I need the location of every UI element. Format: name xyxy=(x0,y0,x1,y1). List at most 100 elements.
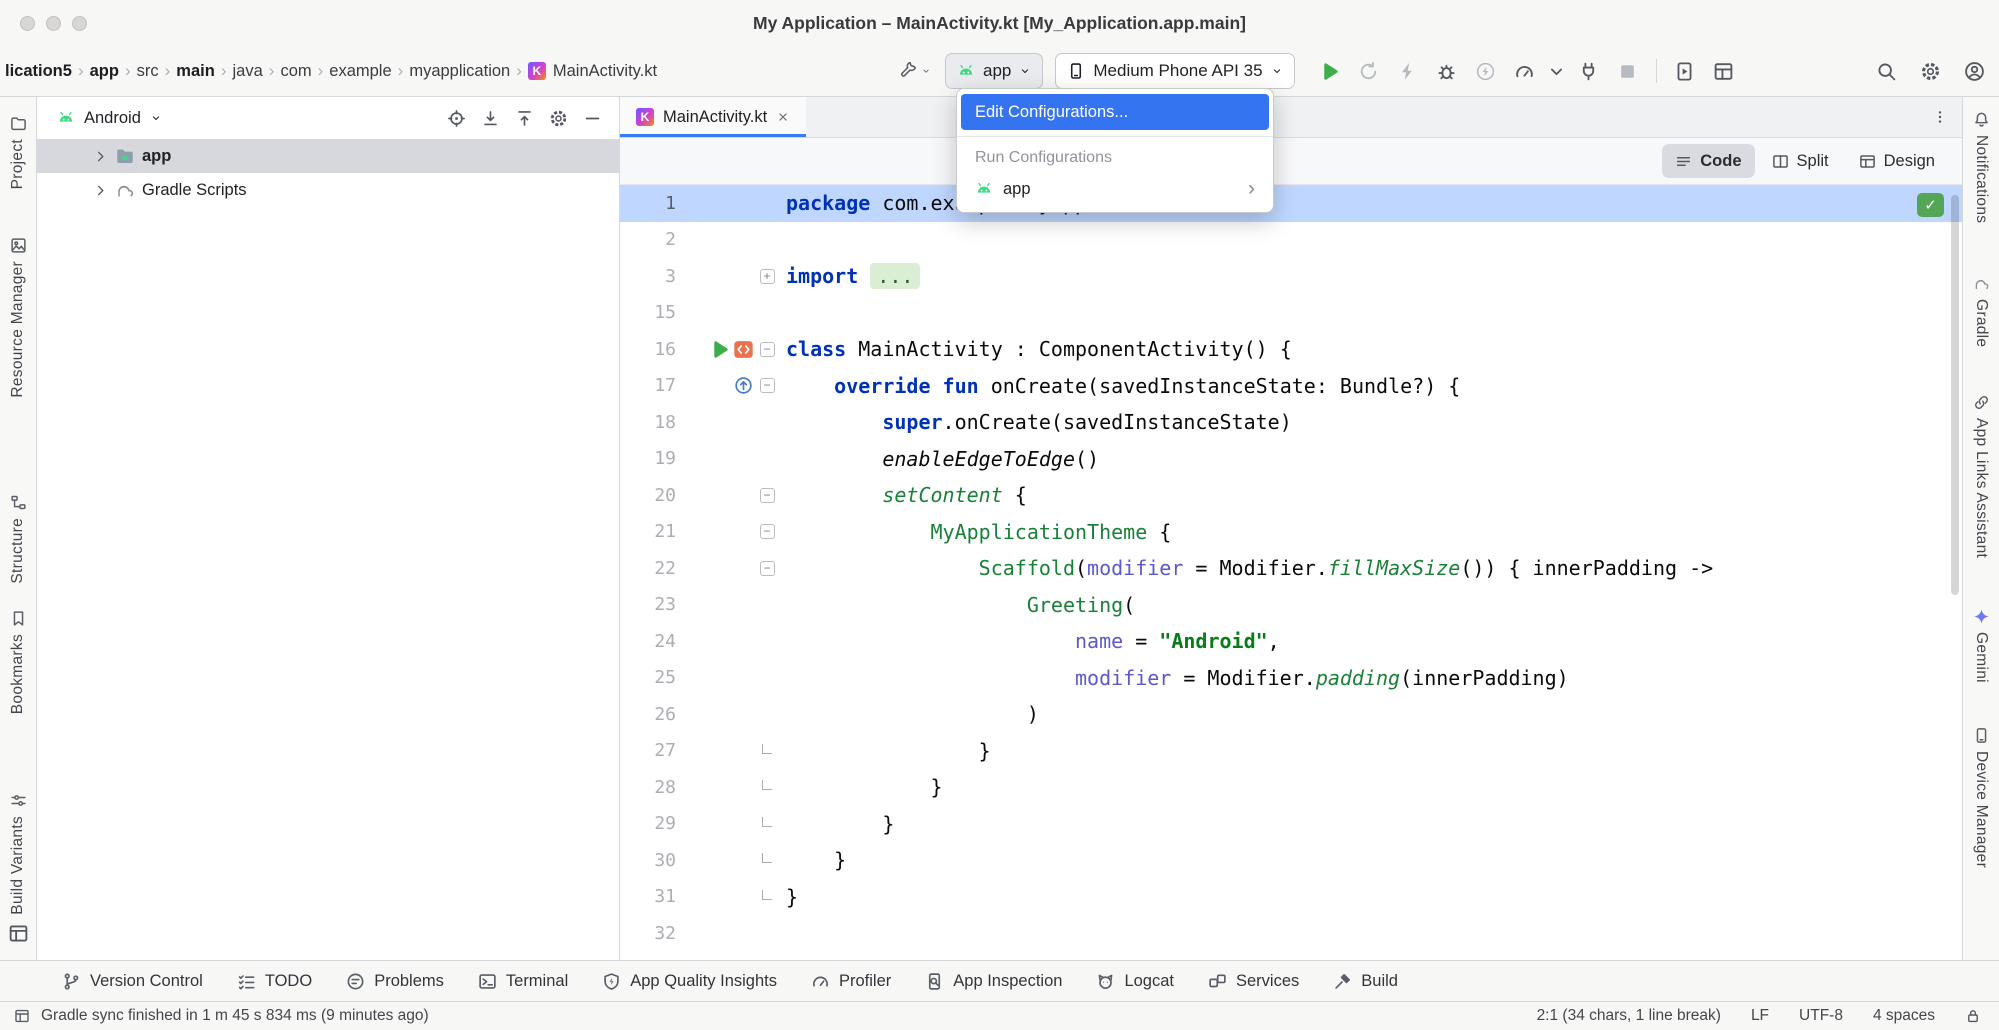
settings-gear-button[interactable] xyxy=(1915,56,1945,86)
assistant-button[interactable] xyxy=(898,60,933,82)
fold-marker[interactable]: − xyxy=(760,524,775,539)
code-line[interactable]: 32 xyxy=(620,915,1962,952)
collapse-all-button[interactable] xyxy=(511,105,537,131)
fold-end-marker[interactable] xyxy=(762,744,772,754)
code-text[interactable]: } xyxy=(780,848,846,872)
editor-scrollbar[interactable] xyxy=(1951,195,1959,595)
expand-all-button[interactable] xyxy=(477,105,503,131)
tool-stripe-button-notifications[interactable]: Notifications xyxy=(1972,111,1990,223)
breadcrumb-item-com[interactable]: com xyxy=(280,62,311,81)
close-tab-icon[interactable] xyxy=(776,110,790,124)
code-text[interactable]: override fun onCreate(savedInstanceState… xyxy=(780,374,1460,398)
code-line[interactable]: 25 modifier = Modifier.padding(innerPadd… xyxy=(620,660,1962,697)
tool-stripe-button-gemini[interactable]: Gemini xyxy=(1972,608,1990,683)
view-mode-split[interactable]: Split xyxy=(1759,144,1842,178)
expand-chevron-icon[interactable] xyxy=(93,149,108,164)
code-line[interactable]: 2 xyxy=(620,222,1962,259)
tool-stripe-button-app-links-assistant[interactable]: App Links Assistant xyxy=(1972,394,1990,558)
code-text[interactable]: import ... xyxy=(780,264,920,288)
code-line[interactable]: 24 name = "Android", xyxy=(620,623,1962,660)
tool-stripe-button-project[interactable]: Project xyxy=(9,115,27,189)
tool-stripe-button-structure[interactable]: Structure xyxy=(9,494,27,584)
caret-position[interactable]: 2:1 (34 chars, 1 line break) xyxy=(1537,1007,1721,1025)
fold-marker[interactable]: − xyxy=(760,488,775,503)
code-editor[interactable]: 1package com.example.myapplication23+imp… xyxy=(620,185,1962,960)
file-encoding[interactable]: UTF-8 xyxy=(1799,1007,1843,1025)
code-line[interactable]: 31} xyxy=(620,879,1962,916)
code-text[interactable]: } xyxy=(780,739,991,763)
indent-style[interactable]: 4 spaces xyxy=(1873,1007,1935,1025)
settings-gear-button[interactable] xyxy=(545,105,571,131)
search-button[interactable] xyxy=(1871,56,1901,86)
breadcrumb-item-lication5[interactable]: lication5 xyxy=(5,62,72,81)
code-line[interactable]: 26 ) xyxy=(620,696,1962,733)
device-select[interactable]: Medium Phone API 35 xyxy=(1055,53,1294,89)
tool-window-button-profiler[interactable]: Profiler xyxy=(811,972,891,991)
code-line[interactable]: 22− Scaffold(modifier = Modifier.fillMax… xyxy=(620,550,1962,587)
code-line[interactable]: 23 Greeting( xyxy=(620,587,1962,624)
code-text[interactable]: } xyxy=(780,885,798,909)
tool-window-button-app-quality-insights[interactable]: App Quality Insights xyxy=(602,972,777,991)
breadcrumb-item-myapplication[interactable]: myapplication xyxy=(409,62,510,81)
tool-window-button-services[interactable]: Services xyxy=(1208,972,1299,991)
breadcrumb-item-src[interactable]: src xyxy=(137,62,159,81)
readonly-lock-icon[interactable] xyxy=(1965,1008,1981,1024)
code-line[interactable]: 16−class MainActivity : ComponentActivit… xyxy=(620,331,1962,368)
tool-window-button-logcat[interactable]: Logcat xyxy=(1096,972,1174,991)
code-line[interactable]: 17− override fun onCreate(savedInstanceS… xyxy=(620,368,1962,405)
breadcrumb-item-java[interactable]: java xyxy=(232,62,262,81)
fold-marker[interactable]: − xyxy=(760,561,775,576)
code-line[interactable]: 21− MyApplicationTheme { xyxy=(620,514,1962,551)
fold-end-marker[interactable] xyxy=(762,817,772,827)
tool-window-button-version-control[interactable]: Version Control xyxy=(62,972,203,991)
tree-item-gradle-scripts[interactable]: Gradle Scripts xyxy=(37,173,619,207)
breadcrumb-item-mainactivity-kt[interactable]: KMainActivity.kt xyxy=(528,62,657,81)
breadcrumb-item-main[interactable]: main xyxy=(176,62,215,81)
code-text[interactable]: super.onCreate(savedInstanceState) xyxy=(780,410,1292,434)
fold-end-marker[interactable] xyxy=(762,890,772,900)
run-gutter-icon[interactable] xyxy=(709,339,730,360)
code-text[interactable]: } xyxy=(780,775,943,799)
apply-code-changes-button[interactable] xyxy=(1471,56,1501,86)
code-text[interactable]: modifier = Modifier.padding(innerPadding… xyxy=(780,666,1569,690)
apply-changes-button[interactable] xyxy=(1393,56,1423,86)
locate-button[interactable] xyxy=(443,105,469,131)
editor-options-icon[interactable] xyxy=(1932,109,1948,125)
code-text[interactable]: Greeting( xyxy=(780,593,1135,617)
code-text[interactable]: MyApplicationTheme { xyxy=(780,520,1171,544)
code-line[interactable]: 19 enableEdgeToEdge() xyxy=(620,441,1962,478)
rerun-button[interactable] xyxy=(1354,56,1384,86)
fold-marker[interactable]: − xyxy=(760,378,775,393)
line-separator[interactable]: LF xyxy=(1751,1007,1769,1025)
chevron-down-button[interactable] xyxy=(1549,56,1565,86)
avatar-button[interactable] xyxy=(1959,56,1989,86)
code-text[interactable]: enableEdgeToEdge() xyxy=(780,447,1099,471)
attach-debugger-button[interactable] xyxy=(1574,56,1604,86)
expand-chevron-icon[interactable] xyxy=(93,183,108,198)
tool-window-button-problems[interactable]: Problems xyxy=(346,972,444,991)
tool-stripe-button-gradle[interactable]: Gradle xyxy=(1972,275,1990,347)
debug-button[interactable] xyxy=(1432,56,1462,86)
code-line[interactable]: 15 xyxy=(620,295,1962,332)
view-mode-code[interactable]: Code xyxy=(1662,144,1754,178)
code-text[interactable]: } xyxy=(780,812,894,836)
hide-button[interactable] xyxy=(579,105,605,131)
inspections-status-icon[interactable]: ✓ xyxy=(1917,193,1944,217)
code-line[interactable]: 29 } xyxy=(620,806,1962,843)
code-line[interactable]: 27 } xyxy=(620,733,1962,770)
profiler-button[interactable] xyxy=(1510,56,1540,86)
zoom-window-button[interactable] xyxy=(72,16,87,31)
run-button[interactable] xyxy=(1315,56,1345,86)
menu-item-edit-configurations[interactable]: Edit Configurations... xyxy=(961,94,1269,130)
code-text[interactable]: Scaffold(modifier = Modifier.fillMaxSize… xyxy=(780,556,1713,580)
status-message[interactable]: Gradle sync finished in 1 m 45 s 834 ms … xyxy=(41,1007,429,1025)
code-text[interactable]: setContent { xyxy=(780,483,1027,507)
close-window-button[interactable] xyxy=(20,16,35,31)
code-line[interactable]: 18 super.onCreate(savedInstanceState) xyxy=(620,404,1962,441)
tree-item-app[interactable]: app xyxy=(37,139,619,173)
compose-gutter-icon[interactable] xyxy=(733,339,754,360)
tool-window-button-app-inspection[interactable]: App Inspection xyxy=(925,972,1062,991)
override-gutter-icon[interactable] xyxy=(733,375,754,396)
breadcrumb-item-app[interactable]: app xyxy=(90,62,119,81)
breadcrumb-item-example[interactable]: example xyxy=(329,62,391,81)
